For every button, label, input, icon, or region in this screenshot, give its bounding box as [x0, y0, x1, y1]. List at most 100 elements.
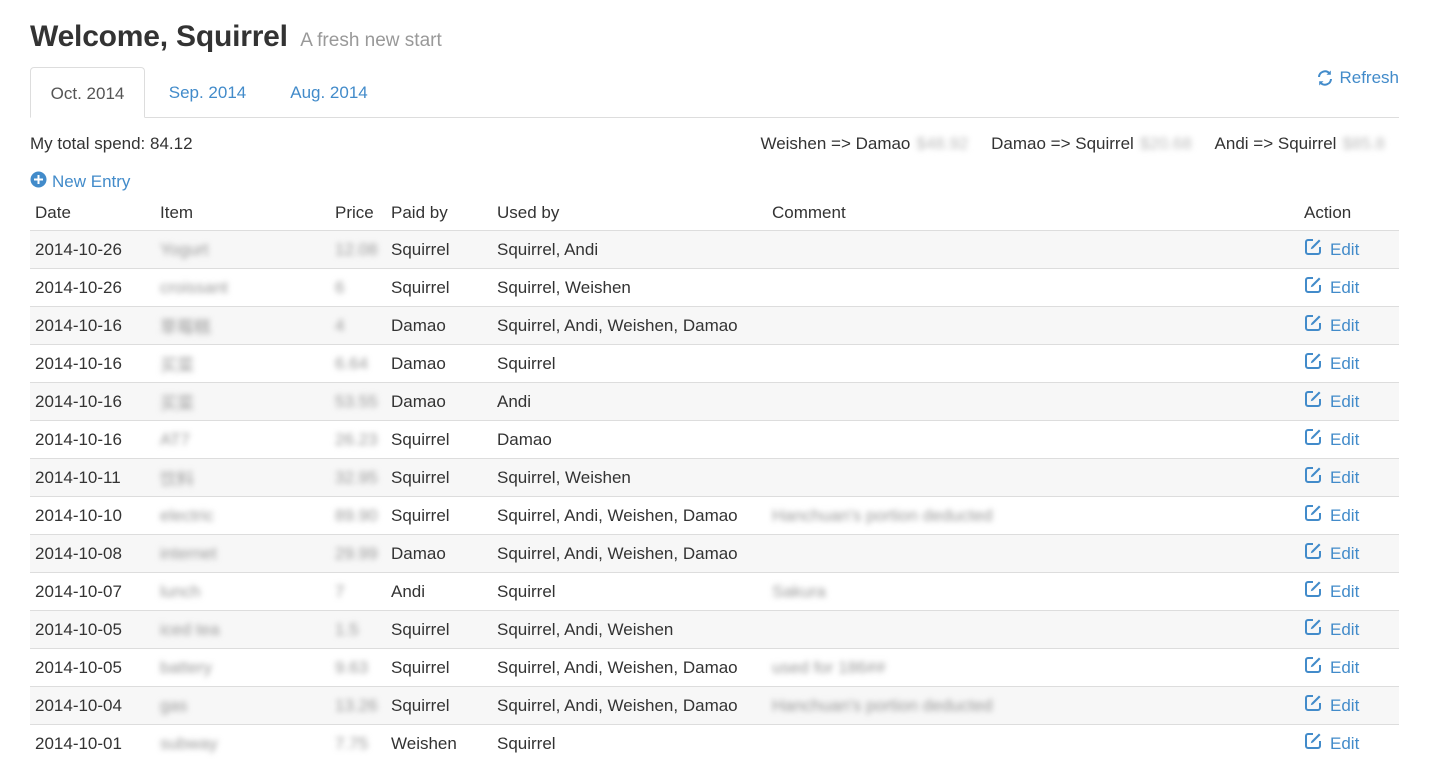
cell-item: croissant — [155, 268, 330, 307]
cell-price: 9.63 — [330, 648, 386, 687]
cell-price: 7 — [330, 572, 386, 611]
cell-comment — [767, 458, 1299, 497]
cell-comment: Sakura — [767, 572, 1299, 611]
balance-amount: $20.68 — [1139, 134, 1192, 153]
cell-used-by: Squirrel, Andi, Weishen — [492, 610, 767, 649]
balance-item: Weishen => Damao $48.92 — [760, 134, 973, 153]
table-row: 2014-10-26 croissant 6 Squirrel Squirrel, We… — [30, 268, 1399, 307]
edit-label: Edit — [1330, 239, 1360, 259]
cell-item: iced tea — [155, 610, 330, 649]
cell-price-text: 4 — [335, 315, 345, 335]
cell-item-text: battery — [160, 657, 212, 677]
cell-used-by: Squirrel, Andi, Weishen, Damao — [492, 306, 767, 345]
cell-date: 2014-10-16 — [30, 306, 155, 345]
edit-icon — [1304, 390, 1322, 413]
cell-comment — [767, 724, 1299, 762]
edit-icon — [1304, 656, 1322, 679]
cell-paid-by: Damao — [386, 344, 492, 383]
cell-price-text: 1.5 — [335, 619, 359, 639]
table-header-row: Date Item Price Paid by Used by Comment … — [30, 196, 1399, 231]
edit-button[interactable]: Edit — [1304, 656, 1394, 679]
edit-button[interactable]: Edit — [1304, 428, 1394, 451]
edit-label: Edit — [1330, 695, 1360, 715]
cell-date: 2014-10-08 — [30, 534, 155, 573]
edit-icon — [1304, 732, 1322, 755]
cell-item: lunch — [155, 572, 330, 611]
cell-action: Edit — [1299, 610, 1399, 649]
edit-button[interactable]: Edit — [1304, 352, 1394, 375]
table-row: 2014-10-08 internet 29.99 Damao Squirrel, An… — [30, 534, 1399, 573]
tab-sep-2014[interactable]: Sep. 2014 — [150, 67, 265, 117]
table-row: 2014-10-26 Yogurt 12.08 Squirrel Squirrel, A… — [30, 230, 1399, 269]
edit-label: Edit — [1330, 391, 1360, 411]
cell-item: gas — [155, 686, 330, 725]
cell-item-text: lunch — [160, 581, 201, 601]
cell-paid-by: Squirrel — [386, 496, 492, 535]
cell-item-text: gas — [160, 695, 188, 715]
cell-price-text: 89.90 — [335, 505, 378, 525]
cell-price: 6 — [330, 268, 386, 307]
edit-button[interactable]: Edit — [1304, 238, 1394, 261]
cell-used-by: Squirrel — [492, 572, 767, 611]
column-header-action: Action — [1299, 196, 1399, 231]
edit-icon — [1304, 276, 1322, 299]
cell-item: battery — [155, 648, 330, 687]
cell-action: Edit — [1299, 724, 1399, 762]
new-entry-button[interactable]: New Entry — [30, 171, 130, 193]
table-row: 2014-10-01 subway 7.75 Weishen Squirrel Edit — [30, 724, 1399, 762]
balance-item: Damao => Squirrel $20.68 — [991, 134, 1196, 153]
balance-label: Weishen => Damao — [760, 134, 911, 153]
edit-button[interactable]: Edit — [1304, 694, 1394, 717]
cell-comment — [767, 306, 1299, 345]
edit-button[interactable]: Edit — [1304, 276, 1394, 299]
edit-button[interactable]: Edit — [1304, 732, 1394, 755]
month-tabs: Oct. 2014 Sep. 2014 Aug. 2014 — [30, 67, 1399, 118]
cell-comment — [767, 420, 1299, 459]
edit-icon — [1304, 428, 1322, 451]
cell-used-by: Squirrel, Andi, Weishen, Damao — [492, 534, 767, 573]
edit-label: Edit — [1330, 277, 1360, 297]
edit-button[interactable]: Edit — [1304, 542, 1394, 565]
refresh-button[interactable]: Refresh — [1316, 68, 1399, 88]
cell-item: AT7 — [155, 420, 330, 459]
cell-action: Edit — [1299, 230, 1399, 269]
edit-button[interactable]: Edit — [1304, 504, 1394, 527]
cell-used-by: Squirrel, Weishen — [492, 458, 767, 497]
table-row: 2014-10-16 买菜 53.55 Damao Andi Edit — [30, 382, 1399, 421]
cell-action: Edit — [1299, 534, 1399, 573]
edit-label: Edit — [1330, 505, 1360, 525]
edit-icon — [1304, 694, 1322, 717]
cell-item: 买菜 — [155, 344, 330, 383]
edit-label: Edit — [1330, 619, 1360, 639]
cell-item-text: 买菜 — [160, 356, 194, 375]
new-entry-label: New Entry — [52, 172, 131, 191]
cell-comment-text: Sakura — [772, 581, 826, 601]
cell-comment: Hanchuan's portion deducted — [767, 496, 1299, 535]
cell-paid-by: Squirrel — [386, 268, 492, 307]
edit-button[interactable]: Edit — [1304, 580, 1394, 603]
cell-item-text: iced tea — [160, 619, 220, 639]
cell-price: 53.55 — [330, 382, 386, 421]
edit-button[interactable]: Edit — [1304, 466, 1394, 489]
cell-price-text: 32.95 — [335, 467, 378, 487]
tab-aug-2014[interactable]: Aug. 2014 — [270, 67, 388, 117]
table-row: 2014-10-16 买菜 6.64 Damao Squirrel Edit — [30, 344, 1399, 383]
cell-used-by: Squirrel — [492, 344, 767, 383]
edit-button[interactable]: Edit — [1304, 314, 1394, 337]
edit-button[interactable]: Edit — [1304, 390, 1394, 413]
cell-price: 89.90 — [330, 496, 386, 535]
cell-item: electric — [155, 496, 330, 535]
edit-icon — [1304, 352, 1322, 375]
cell-price: 29.99 — [330, 534, 386, 573]
cell-price: 13.26 — [330, 686, 386, 725]
cell-paid-by: Damao — [386, 382, 492, 421]
cell-date: 2014-10-04 — [30, 686, 155, 725]
balance-label: Andi => Squirrel — [1214, 134, 1337, 153]
cell-date: 2014-10-16 — [30, 344, 155, 383]
cell-price: 6.64 — [330, 344, 386, 383]
cell-comment: Hanchuan's portion deducted — [767, 686, 1299, 725]
cell-paid-by: Squirrel — [386, 648, 492, 687]
tab-oct-2014[interactable]: Oct. 2014 — [30, 67, 145, 118]
cell-action: Edit — [1299, 306, 1399, 345]
edit-button[interactable]: Edit — [1304, 618, 1394, 641]
